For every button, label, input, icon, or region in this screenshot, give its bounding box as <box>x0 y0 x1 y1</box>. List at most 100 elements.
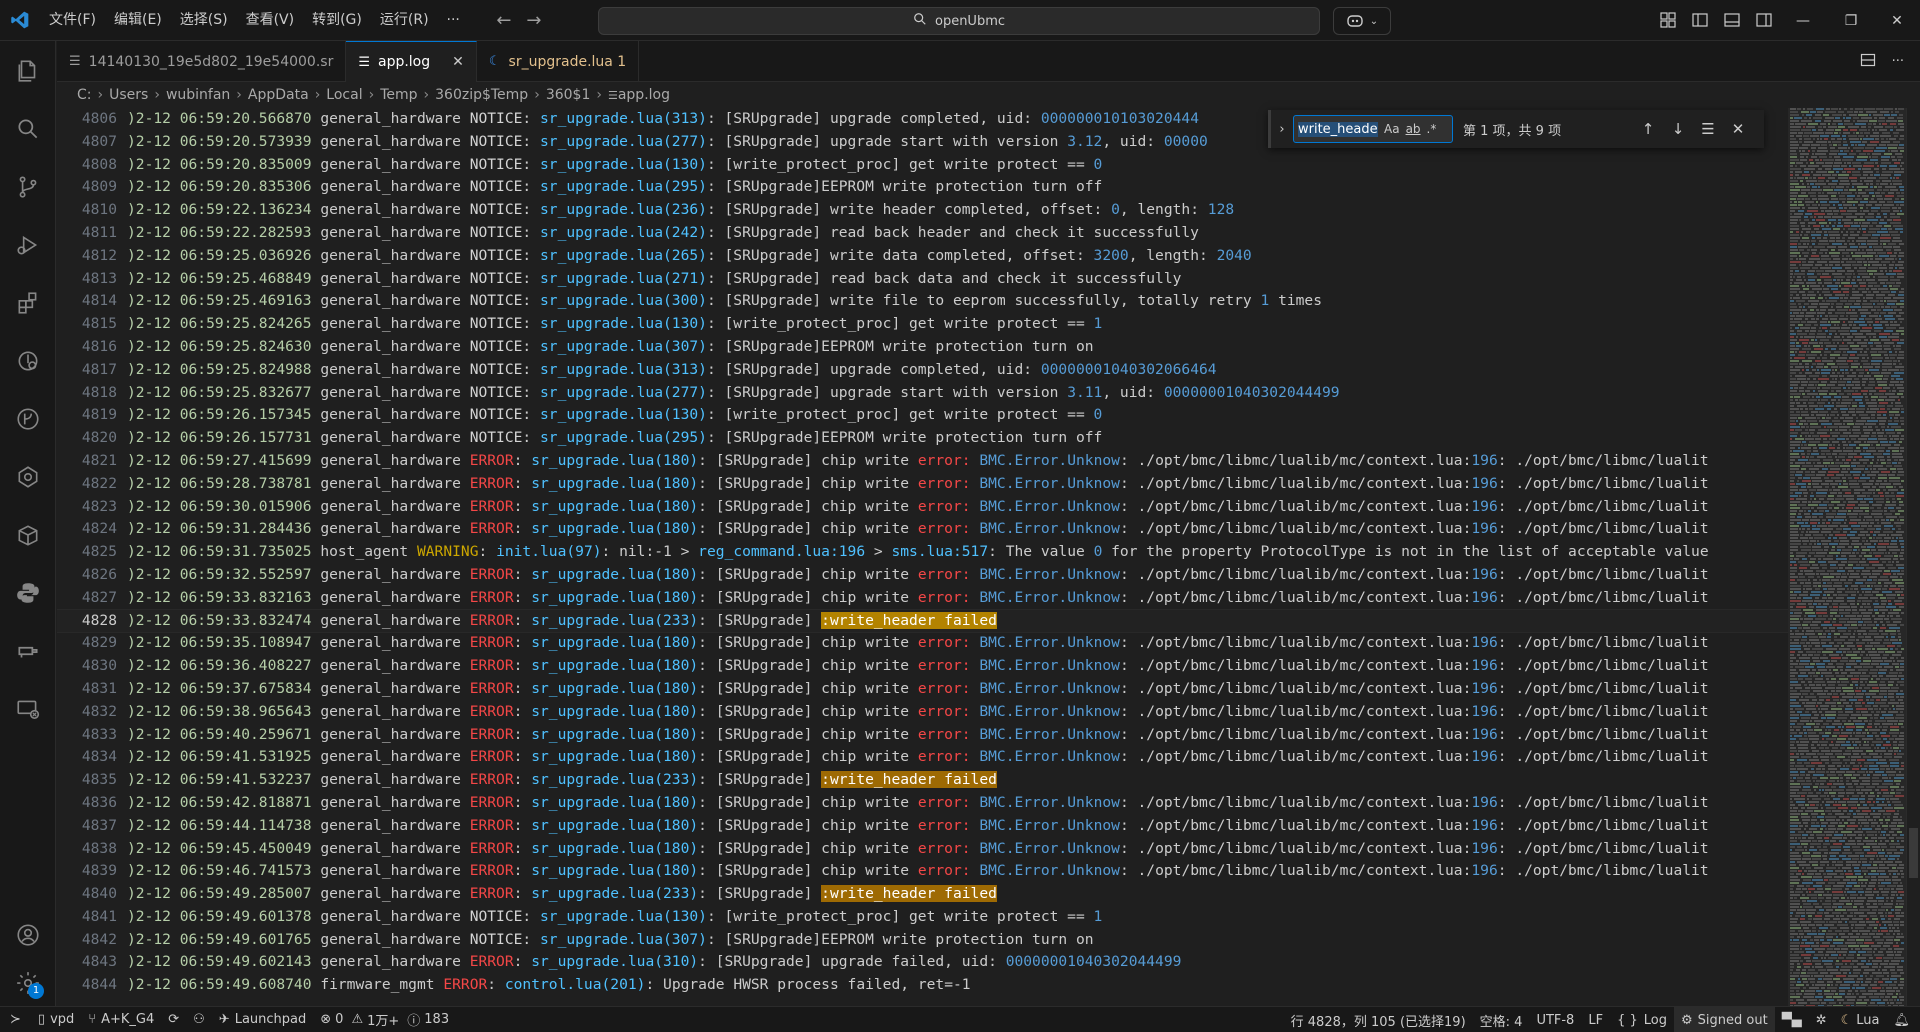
restore-button[interactable]: ❐ <box>1828 0 1874 41</box>
end-of-line[interactable]: LF <box>1581 1007 1610 1032</box>
bot-extension-icon[interactable] <box>0 453 56 501</box>
launchpad-item[interactable]: ✈ Launchpad <box>212 1007 313 1032</box>
extension-status-icon[interactable]: ✲ <box>1809 1007 1834 1032</box>
next-match-icon[interactable]: ↓ <box>1663 120 1693 138</box>
forward-arrow-icon[interactable]: → <box>519 10 549 31</box>
search-activity-icon[interactable] <box>0 105 56 153</box>
log-line[interactable]: 4842)2-12 06:59:49.601765 general_hardwa… <box>57 929 1788 952</box>
lua-status[interactable]: ☾ Lua <box>1834 1007 1887 1032</box>
log-line[interactable]: 4823)2-12 06:59:30.015906 general_hardwa… <box>57 496 1788 519</box>
breadcrumb-item[interactable]: C: <box>77 87 92 103</box>
log-line[interactable]: 4837)2-12 06:59:44.114738 general_hardwa… <box>57 815 1788 838</box>
customize-layout-icon[interactable] <box>1659 11 1679 31</box>
encoding[interactable]: UTF-8 <box>1529 1007 1581 1032</box>
remote-monitor-icon[interactable] <box>0 685 56 733</box>
accounts-icon[interactable] <box>0 911 56 959</box>
breadcrumb-item[interactable]: app.log <box>618 87 670 103</box>
log-line[interactable]: 4826)2-12 06:59:32.552597 general_hardwa… <box>57 564 1788 587</box>
deploy-icon[interactable] <box>0 627 56 675</box>
log-line[interactable]: 4835)2-12 06:59:41.532237 general_hardwa… <box>57 769 1788 792</box>
log-line[interactable]: 4815)2-12 06:59:25.824265 general_hardwa… <box>57 313 1788 336</box>
log-line[interactable]: 4827)2-12 06:59:33.832163 general_hardwa… <box>57 587 1788 610</box>
log-line[interactable]: 4839)2-12 06:59:46.741573 general_hardwa… <box>57 860 1788 883</box>
indentation[interactable]: 空格: 4 <box>1473 1007 1530 1032</box>
menu-item-3[interactable]: 查看(V) <box>237 0 304 41</box>
log-line[interactable]: 4811)2-12 06:59:22.282593 general_hardwa… <box>57 222 1788 245</box>
close-window-button[interactable]: ✕ <box>1874 0 1920 41</box>
use-regex-toggle[interactable]: .* <box>1427 122 1437 136</box>
log-line[interactable]: 4821)2-12 06:59:27.415699 general_hardwa… <box>57 450 1788 473</box>
find-input[interactable]: write_header Aa ab .* <box>1293 115 1453 143</box>
tab-app-log[interactable]: ☰ app.log ✕ <box>346 41 477 82</box>
breadcrumb-item[interactable]: Temp <box>380 87 417 103</box>
log-line[interactable]: 4840)2-12 06:59:49.285007 general_hardwa… <box>57 883 1788 906</box>
log-line[interactable]: 4834)2-12 06:59:41.531925 general_hardwa… <box>57 746 1788 769</box>
log-line[interactable]: 4833)2-12 06:59:40.259671 general_hardwa… <box>57 724 1788 747</box>
toggle-replace-chevron-icon[interactable]: › <box>1271 122 1293 137</box>
ports-icon[interactable]: ▀▄ <box>1775 1007 1809 1032</box>
previous-match-icon[interactable]: ↑ <box>1633 120 1663 138</box>
breadcrumb-item[interactable]: Users <box>109 87 148 103</box>
minimap[interactable] <box>1788 108 1906 1006</box>
language-mode[interactable]: { } Log <box>1610 1007 1674 1032</box>
source-control-icon[interactable] <box>0 163 56 211</box>
log-line[interactable]: 4836)2-12 06:59:42.818871 general_hardwa… <box>57 792 1788 815</box>
log-line[interactable]: 4820)2-12 06:59:26.157731 general_hardwa… <box>57 427 1788 450</box>
menu-item-1[interactable]: 编辑(E) <box>105 0 171 41</box>
git-graph-status-icon[interactable]: ⚇ <box>186 1007 212 1032</box>
vertical-scrollbar[interactable] <box>1906 108 1920 1006</box>
log-line[interactable]: 4812)2-12 06:59:25.036926 general_hardwa… <box>57 245 1788 268</box>
remote-explorer-icon[interactable] <box>0 337 56 385</box>
log-line[interactable]: 4818)2-12 06:59:25.832677 general_hardwa… <box>57 382 1788 405</box>
scrollbar-thumb[interactable] <box>1909 828 1918 878</box>
menu-item-6[interactable]: ··· <box>438 0 469 41</box>
log-line[interactable]: 4825)2-12 06:59:31.735025 host_agent WAR… <box>57 541 1788 564</box>
log-line[interactable]: 4838)2-12 06:59:45.450049 general_hardwa… <box>57 838 1788 861</box>
problems-item[interactable]: ⊗ 0 ⚠ 1万+ ⓘ 183 <box>313 1007 456 1032</box>
log-line[interactable]: 4813)2-12 06:59:25.468849 general_hardwa… <box>57 268 1788 291</box>
python-icon[interactable] <box>0 569 56 617</box>
cursor-position[interactable]: 行 4828，列 105 (已选择19) <box>1284 1007 1473 1032</box>
settings-gear-icon[interactable]: 1 <box>0 959 56 1007</box>
menu-item-4[interactable]: 转到(G) <box>303 0 371 41</box>
split-editor-icon[interactable] <box>1860 52 1876 72</box>
find-in-selection-icon[interactable]: ☰ <box>1693 120 1723 138</box>
log-line[interactable]: 4824)2-12 06:59:31.284436 general_hardwa… <box>57 518 1788 541</box>
breadcrumb-item[interactable]: Local <box>326 87 362 103</box>
account-status[interactable]: ⚙ Signed out <box>1674 1007 1775 1032</box>
more-actions-icon[interactable]: ··· <box>1892 54 1904 69</box>
menu-item-0[interactable]: 文件(F) <box>40 0 105 41</box>
editor-content[interactable]: 4806)2-12 06:59:20.566870 general_hardwa… <box>57 108 1788 1006</box>
close-tab-icon[interactable]: ✕ <box>452 54 464 70</box>
notifications-bell-icon[interactable]: 🔔︎ <box>1886 1007 1920 1032</box>
log-line[interactable]: 4832)2-12 06:59:38.965643 general_hardwa… <box>57 701 1788 724</box>
menu-item-5[interactable]: 运行(R) <box>371 0 438 41</box>
menu-item-2[interactable]: 选择(S) <box>171 0 237 41</box>
tab-sr-upgrade-lua[interactable]: ☾ sr_upgrade.lua 1 <box>477 41 640 82</box>
run-debug-icon[interactable] <box>0 221 56 269</box>
log-line[interactable]: 4809)2-12 06:59:20.835306 general_hardwa… <box>57 176 1788 199</box>
log-line[interactable]: 4828)2-12 06:59:33.832474 general_hardwa… <box>57 608 1788 634</box>
log-line[interactable]: 4831)2-12 06:59:37.675834 general_hardwa… <box>57 678 1788 701</box>
log-line[interactable]: 4817)2-12 06:59:25.824988 general_hardwa… <box>57 359 1788 382</box>
log-line[interactable]: 4843)2-12 06:59:49.602143 general_hardwa… <box>57 951 1788 974</box>
remote-indicator[interactable]: ≻ <box>0 1007 31 1032</box>
log-line[interactable]: 4822)2-12 06:59:28.738781 general_hardwa… <box>57 473 1788 496</box>
extensions-icon[interactable] <box>0 279 56 327</box>
toggle-secondary-sidebar-icon[interactable] <box>1755 11 1775 31</box>
minimize-button[interactable]: — <box>1780 0 1826 41</box>
breadcrumb-item[interactable]: wubinfan <box>166 87 230 103</box>
vpd-item[interactable]: ▯ vpd <box>31 1007 81 1032</box>
breadcrumb-item[interactable]: AppData <box>248 87 309 103</box>
toggle-primary-sidebar-icon[interactable] <box>1691 11 1711 31</box>
back-arrow-icon[interactable]: ← <box>489 10 519 31</box>
breadcrumb-item[interactable]: 360$1 <box>546 87 591 103</box>
command-center-search[interactable]: openUbmc <box>598 7 1320 35</box>
close-find-icon[interactable]: ✕ <box>1723 120 1753 138</box>
breadcrumb-item[interactable]: 360zip$Temp <box>435 87 528 103</box>
log-line[interactable]: 4814)2-12 06:59:25.469163 general_hardwa… <box>57 290 1788 313</box>
log-line[interactable]: 4810)2-12 06:59:22.136234 general_hardwa… <box>57 199 1788 222</box>
sync-icon[interactable]: ⟳ <box>161 1007 186 1032</box>
toggle-panel-icon[interactable] <box>1723 11 1743 31</box>
log-line[interactable]: 4819)2-12 06:59:26.157345 general_hardwa… <box>57 404 1788 427</box>
